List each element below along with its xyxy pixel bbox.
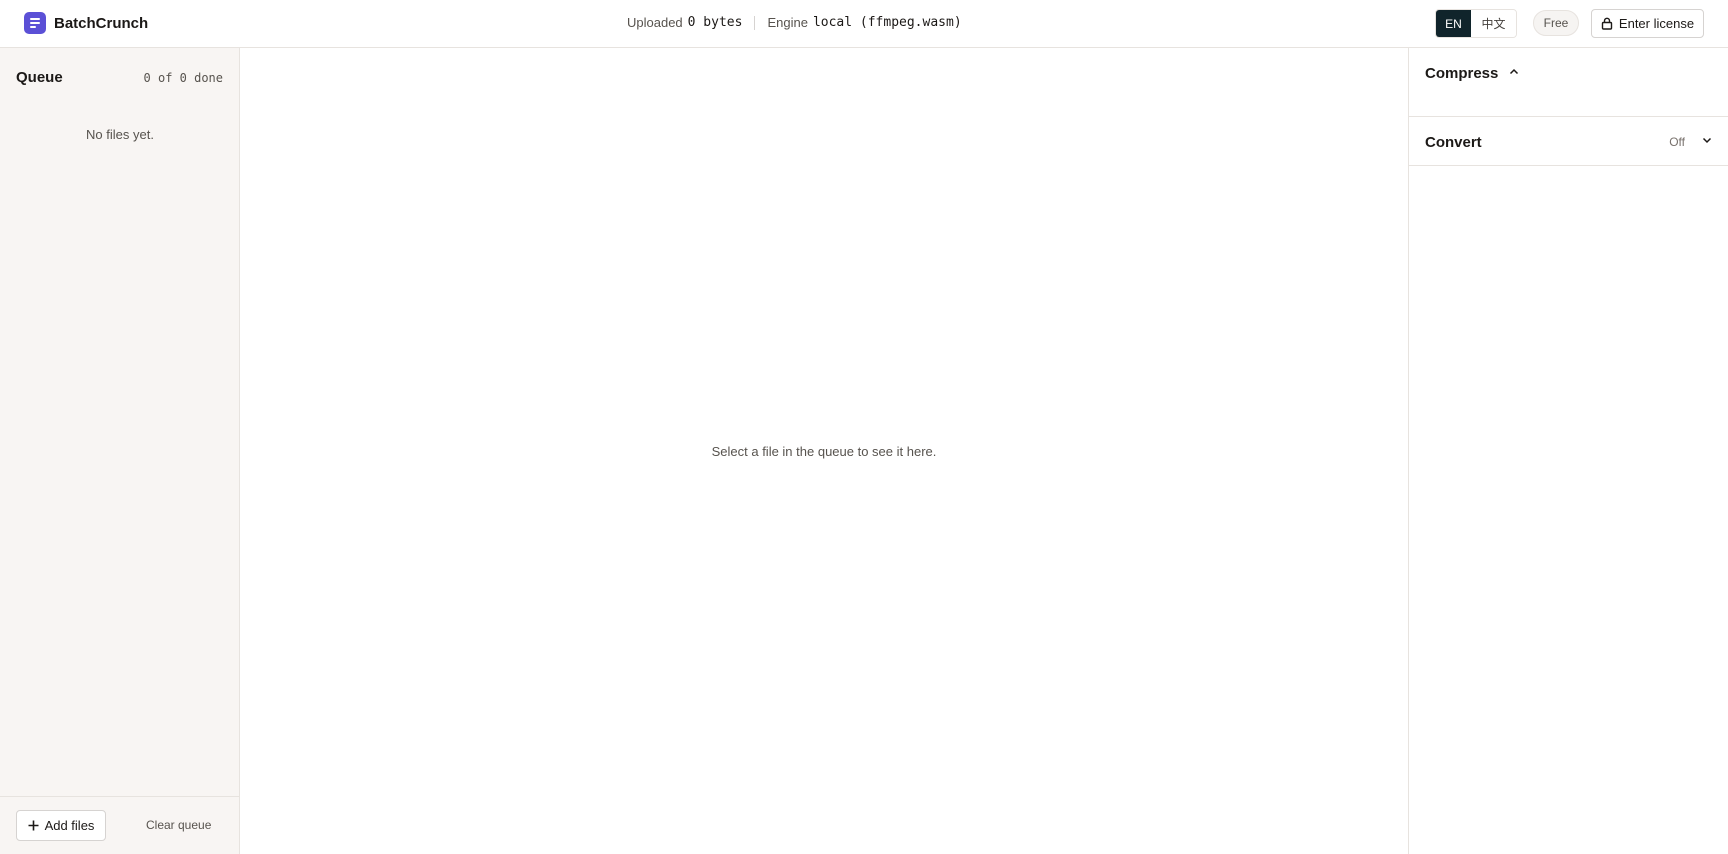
engine-value: local (ffmpeg.wasm): [812, 15, 962, 30]
upload-status: Uploaded 0 bytes Engine local (ffmpeg.wa…: [627, 15, 962, 30]
queue-count: 0 of 0 done: [143, 71, 223, 85]
add-files-button[interactable]: Add files: [16, 810, 106, 841]
language-en-button[interactable]: EN: [1436, 10, 1471, 37]
lock-icon: [1601, 17, 1613, 30]
plus-icon: [28, 820, 39, 831]
uploaded-label: Uploaded: [627, 15, 683, 30]
queue-empty-message: No files yet.: [86, 127, 154, 142]
queue-sidebar: Queue 0 of 0 done No files yet. Add file…: [0, 48, 240, 854]
chevron-up-icon[interactable]: [1508, 66, 1520, 78]
brand[interactable]: BatchCrunch: [24, 12, 148, 34]
language-switcher: EN 中文: [1435, 9, 1517, 38]
compress-section-toggle[interactable]: Compress: [1425, 65, 1498, 82]
uploaded-value: 0 bytes: [687, 15, 743, 30]
logo-icon: [24, 12, 46, 34]
brand-name: BatchCrunch: [54, 14, 149, 32]
chevron-down-icon[interactable]: [1701, 134, 1713, 146]
engine-label: Engine: [767, 15, 808, 30]
plan-badge: Free: [1533, 10, 1579, 36]
compress-section: Compress: [1409, 48, 1728, 117]
status-divider: [754, 15, 756, 30]
enter-license-label: Enter license: [1618, 16, 1695, 31]
enter-license-button[interactable]: Enter license: [1591, 9, 1704, 38]
convert-state: Off: [1669, 135, 1685, 149]
preview-empty-message: Select a file in the queue to see it her…: [711, 444, 937, 459]
queue-footer: Add files Clear queue: [0, 796, 239, 854]
clear-queue-button[interactable]: Clear queue: [146, 818, 211, 832]
add-files-label: Add files: [44, 818, 95, 833]
queue-title: Queue: [16, 69, 63, 86]
preview-area: Select a file in the queue to see it her…: [240, 48, 1408, 854]
convert-section-toggle[interactable]: Convert: [1425, 134, 1482, 151]
top-bar: BatchCrunch Uploaded 0 bytes Engine loca…: [0, 0, 1728, 48]
settings-panel: Compress Convert Off: [1408, 48, 1728, 854]
language-zh-button[interactable]: 中文: [1471, 10, 1516, 37]
convert-section: Convert Off: [1409, 117, 1728, 166]
